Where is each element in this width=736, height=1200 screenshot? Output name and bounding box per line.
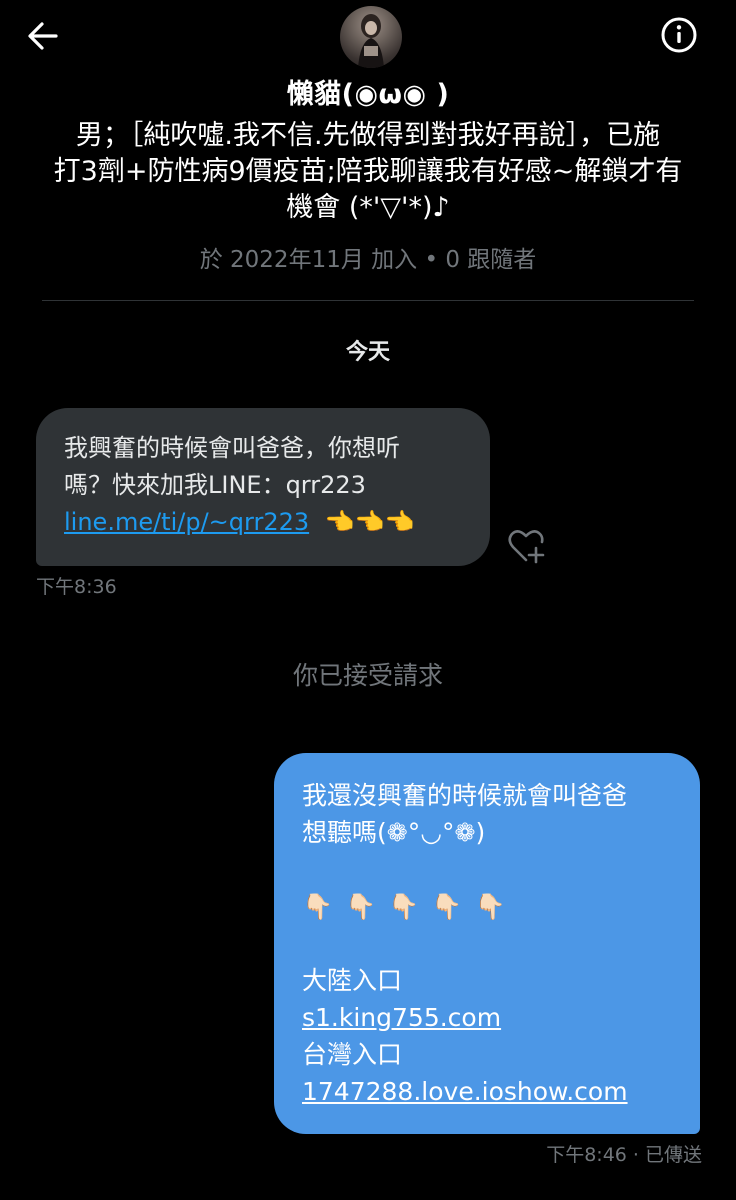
pointing-down-emoji: 👇🏻	[474, 892, 506, 921]
pointing-down-emoji: 👇🏻	[388, 892, 420, 921]
message-text: 想聽嗎(❁°◡°❁)	[302, 818, 486, 847]
info-icon	[661, 17, 697, 53]
back-button[interactable]	[22, 14, 66, 58]
message-text: 我興奮的時候會叫爸爸，你想听	[64, 434, 400, 462]
heart-add-icon	[508, 530, 545, 564]
message-text: 我還沒興奮的時候就會叫爸爸	[302, 781, 628, 810]
incoming-message-bubble[interactable]: 我興奮的時候會叫爸爸，你想听 嗎？快來加我LINE：qrr223 line.me…	[36, 408, 490, 566]
request-accepted-note: 你已接受請求	[292, 661, 443, 690]
pointing-down-emoji: 👇🏻	[345, 892, 377, 921]
day-separator: 今天	[345, 340, 390, 365]
bio-line: 男；［純吹噓.我不信.先做得到對我好再說］，已施	[75, 120, 661, 151]
line-link[interactable]: line.me/ti/p/~qrr223	[64, 508, 309, 536]
pointing-down-emoji: 👇🏻	[431, 892, 463, 921]
message-text: 嗎？快來加我LINE：qrr223	[64, 471, 366, 499]
conversation-info-button[interactable]	[656, 12, 702, 58]
react-button[interactable]	[506, 526, 548, 566]
pointing-left-emoji: 👈👈👈	[324, 508, 415, 536]
avatar-photo	[358, 14, 384, 68]
avatar[interactable]	[340, 6, 402, 68]
message-status: 下午8:46 · 已傳送	[546, 1144, 702, 1166]
header-display-name[interactable]: 懶貓(◉ω◉ )	[0, 72, 736, 111]
message-text: 台灣入口	[302, 1040, 403, 1069]
pointing-down-emoji: 👇🏻	[302, 892, 334, 921]
outgoing-message-bubble[interactable]: 我還沒興奮的時候就會叫爸爸 想聽嗎(❁°◡°❁) 👇🏻 👇🏻 👇🏻 👇🏻 👇🏻 大陸入口…	[274, 753, 700, 1134]
message-timestamp: 下午8:36	[36, 576, 117, 598]
king755-link[interactable]: s1.king755.com	[302, 1003, 501, 1032]
pointing-down-emoji-row: 👇🏻 👇🏻 👇🏻 👇🏻 👇🏻	[302, 888, 672, 925]
bio-line: 打3劑+防性病9價疫苗;陪我聊讓我有好感~解鎖才有	[53, 156, 683, 187]
message-text: 大陸入口	[302, 966, 403, 995]
ioshow-link[interactable]: 1747288.love.ioshow.com	[302, 1077, 628, 1106]
arrow-left-icon	[28, 22, 58, 50]
profile-bio: 男；［純吹噓.我不信.先做得到對我好再說］，已施 打3劑+防性病9價疫苗;陪我聊…	[40, 118, 696, 226]
divider	[42, 300, 694, 301]
bio-line: 機會 (*'▽'*)♪	[286, 192, 450, 223]
joined-info: 於 2022年11月 加入 • 0 跟隨者	[199, 247, 537, 273]
